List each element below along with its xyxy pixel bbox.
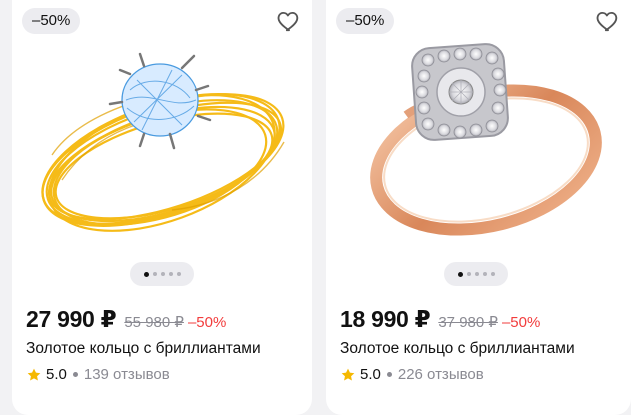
product-image[interactable] <box>336 30 616 250</box>
image-carousel-dots[interactable] <box>444 262 508 286</box>
product-title[interactable]: Золотое кольцо с бриллиантами <box>26 340 261 358</box>
rating-row: 5.0 139 отзывов <box>26 366 170 383</box>
rating-value: 5.0 <box>360 366 381 383</box>
product-title[interactable]: Золотое кольцо с бриллиантами <box>340 340 575 358</box>
ring-photo-image <box>370 43 602 236</box>
discount-percent: –50% <box>187 314 227 331</box>
price-row: 27 990 ₽ 55 980 ₽ –50% <box>26 306 226 333</box>
reviews-count[interactable]: 139 отзывов <box>84 366 170 383</box>
image-carousel-dots[interactable] <box>130 262 194 286</box>
star-icon <box>341 368 355 381</box>
carousel-dot[interactable] <box>490 272 495 276</box>
old-price: 55 980 ₽ <box>124 314 184 331</box>
carousel-dot[interactable] <box>482 272 487 276</box>
carousel-dot[interactable] <box>143 271 149 277</box>
current-price: 27 990 ₽ <box>26 306 117 332</box>
reviews-count[interactable]: 226 отзывов <box>398 366 484 383</box>
rating-value: 5.0 <box>46 366 67 383</box>
old-price: 37 980 ₽ <box>438 314 498 331</box>
product-image[interactable] <box>22 30 302 250</box>
discount-percent: –50% <box>501 314 541 331</box>
star-icon <box>27 368 41 381</box>
product-card[interactable]: –50% <box>12 0 312 415</box>
rating-row: 5.0 226 отзывов <box>340 366 484 383</box>
carousel-dot[interactable] <box>160 272 165 276</box>
carousel-dot[interactable] <box>466 272 471 276</box>
carousel-dot[interactable] <box>457 271 463 277</box>
drawn-ring-image <box>41 52 285 232</box>
carousel-dot[interactable] <box>152 272 157 276</box>
carousel-dot[interactable] <box>168 272 173 276</box>
current-price: 18 990 ₽ <box>340 306 431 332</box>
price-row: 18 990 ₽ 37 980 ₽ –50% <box>340 306 540 333</box>
product-card[interactable]: –50% <box>326 0 631 415</box>
carousel-dot[interactable] <box>474 272 479 276</box>
carousel-dot[interactable] <box>176 272 181 276</box>
separator-dot <box>386 372 392 377</box>
separator-dot <box>72 372 78 377</box>
